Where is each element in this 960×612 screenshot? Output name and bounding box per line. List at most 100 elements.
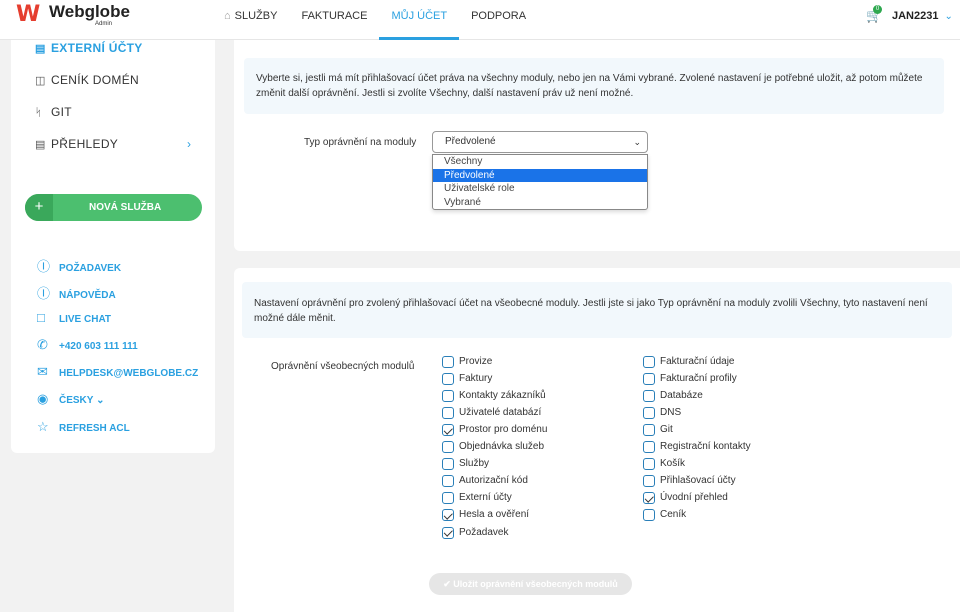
checkbox-item[interactable]: Externí účty <box>442 491 512 505</box>
checkbox-item[interactable]: Fakturační údaje <box>643 355 735 369</box>
contact-label: ČESKY <box>59 395 94 406</box>
checkbox-label: Ceník <box>660 509 687 521</box>
phone-icon: ✆ <box>37 337 48 352</box>
home-icon: ⌂ <box>224 10 231 22</box>
checkbox-unchecked[interactable] <box>643 458 655 471</box>
info-circle-icon: ⓘ <box>37 286 51 301</box>
language-selector[interactable]: ◉ ČESKY ⌄ <box>37 391 104 407</box>
checkbox-unchecked[interactable] <box>643 475 655 488</box>
nav-muj-ucet[interactable]: MŮJ ÚČET <box>379 0 459 40</box>
checkbox-label: Uživatelé databází <box>459 407 542 419</box>
checkbox-item[interactable]: Faktury <box>442 372 492 386</box>
sidebar-item-git[interactable]: ᛋ GIT <box>35 105 72 119</box>
sidebar-item-label: EXTERNÍ ÚČTY <box>51 41 143 55</box>
checkbox-item[interactable]: Fakturační profily <box>643 372 737 386</box>
question-circle-icon: ⓘ <box>37 259 51 274</box>
sidebar-item-externi-ucty[interactable]: ▤ EXTERNÍ ÚČTY <box>35 41 143 55</box>
checkbox-item[interactable]: Přihlašovací účty <box>643 474 736 488</box>
user-name: JAN2231 <box>892 10 939 22</box>
checkbox-unchecked[interactable] <box>442 373 454 386</box>
checkbox-unchecked[interactable] <box>643 424 655 437</box>
checkbox-label: Košík <box>660 458 686 470</box>
main-nav: ⌂ SLUŽBY FAKTURACE MŮJ ÚČET PODPORA <box>212 0 538 40</box>
checkbox-item[interactable]: Kontakty zákazníků <box>442 389 546 403</box>
contact-pozadavek[interactable]: ⓘ POŽADAVEK <box>37 256 121 275</box>
user-menu[interactable]: JAN2231 ⌄ <box>892 10 953 22</box>
contact-label: REFRESH ACL <box>59 423 130 434</box>
checkbox-unchecked[interactable] <box>442 475 454 488</box>
webglobe-logo[interactable]: W Webglobe Admin <box>16 2 130 38</box>
checkbox-item[interactable]: Git <box>643 423 673 437</box>
checkbox-unchecked[interactable] <box>643 373 655 386</box>
chevron-down-icon: ⌄ <box>944 11 953 22</box>
checkbox-item[interactable]: Databáze <box>643 389 703 403</box>
checkbox-item[interactable]: Úvodní přehled <box>643 491 728 505</box>
contact-email[interactable]: ✉ HELPDESK@WEBGLOBE.CZ <box>37 364 198 380</box>
nav-fakturace[interactable]: FAKTURACE <box>289 0 379 40</box>
refresh-acl[interactable]: ☆ REFRESH ACL <box>37 419 130 435</box>
nav-podpora[interactable]: PODPORA <box>459 0 538 40</box>
nav-sluzby[interactable]: ⌂ SLUŽBY <box>212 0 289 40</box>
contact-phone[interactable]: ✆ +420 603 111 111 <box>37 337 138 353</box>
checkbox-item[interactable]: Provize <box>442 355 492 369</box>
general-modules-panel: Nastavení oprávnění pro zvolený přihlašo… <box>234 268 960 612</box>
checkbox-item[interactable]: Objednávka služeb <box>442 440 544 454</box>
option-vybrane[interactable]: Vybrané <box>433 196 647 210</box>
checkbox-item[interactable]: Autorizační kód <box>442 474 528 488</box>
checkbox-unchecked[interactable] <box>643 356 655 368</box>
module-type-dropdown: Všechny Předvolené Uživatelské role Vybr… <box>432 154 648 210</box>
checkbox-label: Databáze <box>660 390 703 402</box>
checkbox-checked[interactable] <box>442 526 454 539</box>
option-vsechny[interactable]: Všechny <box>433 155 647 169</box>
window-icon: ▤ <box>35 139 46 151</box>
cart-count-badge: 0 <box>873 5 882 14</box>
checkbox-unchecked[interactable] <box>442 492 454 505</box>
save-general-modules-button[interactable]: ✔ Uložit oprávnění všeobecných modulů <box>429 573 632 595</box>
plus-icon: + <box>25 194 53 221</box>
checkbox-label: Externí účty <box>459 492 512 504</box>
checkbox-item[interactable]: Služby <box>442 457 489 471</box>
option-predvolene[interactable]: Předvolené <box>433 168 647 182</box>
checkbox-unchecked[interactable] <box>442 356 454 368</box>
checkbox-item[interactable]: DNS <box>643 406 681 420</box>
checkbox-label: Hesla a ověření <box>459 509 530 521</box>
contact-napoveda[interactable]: ⓘ NÁPOVĚDA <box>37 283 116 302</box>
tag-icon: ◫ <box>35 75 46 87</box>
checkbox-item[interactable]: Registrační kontakty <box>643 440 751 454</box>
contact-label: HELPDESK@WEBGLOBE.CZ <box>59 368 199 379</box>
checkbox-checked[interactable] <box>442 424 454 437</box>
checkbox-checked[interactable] <box>442 509 454 522</box>
checkbox-unchecked[interactable] <box>643 390 655 403</box>
checkbox-unchecked[interactable] <box>442 407 454 420</box>
checkbox-label: Přihlašovací účty <box>660 475 736 487</box>
sidebar-item-cenik-domen[interactable]: ◫ CENÍK DOMÉN <box>35 73 139 87</box>
new-service-button[interactable]: + NOVÁ SLUŽBA <box>25 194 202 221</box>
sidebar-item-prehledy[interactable]: ▤ PŘEHLEDY <box>35 137 118 151</box>
checkbox-item[interactable]: Košík <box>643 457 685 471</box>
sidebar-item-label: PŘEHLEDY <box>51 137 119 151</box>
checkbox-label: Prostor pro doménu <box>459 424 548 436</box>
chevron-down-icon: ⌄ <box>633 137 641 147</box>
checkbox-checked[interactable] <box>643 492 655 505</box>
module-type-label: Typ oprávnění na moduly <box>304 137 417 148</box>
logo-subtitle: Admin <box>95 21 113 27</box>
checkbox-unchecked[interactable] <box>442 441 454 454</box>
window-icon: ▤ <box>35 43 46 55</box>
module-type-select[interactable]: Předvolené ⌄ <box>432 131 648 153</box>
checkbox-item[interactable]: Prostor pro doménu <box>442 423 547 437</box>
checkbox-unchecked[interactable] <box>442 390 454 403</box>
contact-live-chat[interactable]: □ LIVE CHAT <box>37 310 111 325</box>
checkbox-item[interactable]: Ceník <box>643 508 686 522</box>
option-uzivatelske-role[interactable]: Uživatelské role <box>433 182 647 196</box>
checkbox-item[interactable]: Hesla a ověření <box>442 508 529 522</box>
checkbox-item[interactable]: Požadavek <box>442 526 508 540</box>
new-service-label: NOVÁ SLUŽBA <box>89 202 162 213</box>
checkbox-item[interactable]: Uživatelé databází <box>442 406 541 420</box>
chevron-right-icon[interactable]: › <box>187 137 191 151</box>
checkbox-unchecked[interactable] <box>643 441 655 454</box>
contact-label: LIVE CHAT <box>59 314 112 325</box>
checkbox-unchecked[interactable] <box>643 407 655 420</box>
checkbox-unchecked[interactable] <box>643 509 655 522</box>
checkbox-unchecked[interactable] <box>442 458 454 471</box>
checkbox-label: Registrační kontakty <box>660 441 751 453</box>
